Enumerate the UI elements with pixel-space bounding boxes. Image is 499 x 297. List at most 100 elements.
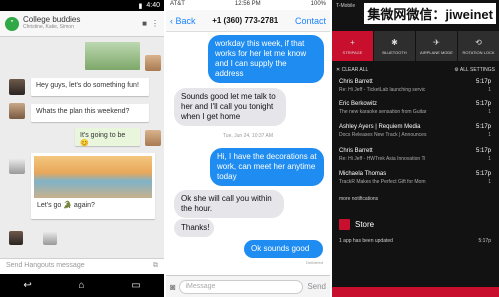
message-bubble[interactable]: Hey guys, let's do something fun! bbox=[31, 78, 149, 96]
sender-name: Ashley Ayers | Requiem Media bbox=[339, 124, 421, 130]
notification-preview: The new karaoke sensation from Guitar bbox=[339, 109, 427, 115]
shared-photo[interactable] bbox=[85, 42, 140, 70]
store-notification[interactable]: Store bbox=[339, 219, 374, 230]
message-bubble-sent[interactable]: workday this week, if that works for her… bbox=[208, 35, 324, 83]
store-name: Store bbox=[355, 220, 375, 229]
status-bar: AT&T 12:56 PM 100% bbox=[166, 0, 330, 10]
message-bubble-sent[interactable]: Ok sounds good bbox=[244, 240, 323, 258]
message-text: Let's go 🐊 again? bbox=[37, 202, 95, 209]
hangouts-screen: ▮ 4:40 " College buddies Christine, Kati… bbox=[0, 0, 164, 297]
avatar bbox=[9, 79, 25, 95]
notification-time: 5:17p bbox=[475, 101, 491, 107]
message-bubble-received[interactable]: Ok she will call you within the hour. bbox=[174, 190, 284, 218]
more-notifications-link[interactable]: more notifications bbox=[339, 196, 378, 202]
phone-number: +1 (360) 773-2781 bbox=[212, 16, 279, 25]
back-label: Back bbox=[175, 15, 196, 26]
conversation-header: " College buddies Christine, Katie, Simo… bbox=[0, 11, 164, 37]
store-message: 1 app has been updated bbox=[339, 238, 393, 244]
watermark: 集微网微信：jiweinet bbox=[364, 3, 496, 24]
avatar bbox=[9, 231, 23, 245]
airplane-icon: ✈ bbox=[433, 37, 440, 47]
sender-name: Chris Barrett bbox=[339, 79, 373, 85]
battery-level: 100% bbox=[310, 1, 326, 7]
notification-preview: Re: Hi Jeff - HWTrek Asia Innovation Ti bbox=[339, 156, 426, 162]
message-input[interactable]: iMessage bbox=[179, 279, 304, 294]
sender-name: Eric Berkowitz bbox=[339, 101, 378, 107]
hangouts-logo-icon[interactable]: " bbox=[5, 16, 19, 31]
message-input-placeholder: Send Hangouts message bbox=[6, 262, 85, 269]
carrier-label: AT&T bbox=[170, 1, 185, 7]
all-settings-label: ALL SETTINGS bbox=[459, 66, 495, 73]
notification-time: 5:17p bbox=[475, 79, 491, 85]
notification-item[interactable]: Michaela Thomas 5:17p TrackR Makes the Pe… bbox=[339, 171, 491, 185]
video-call-icon[interactable]: ■ bbox=[142, 19, 147, 28]
conversation-participants: Christine, Katie, Simon bbox=[23, 24, 74, 31]
notification-time: 5:17p bbox=[475, 171, 491, 177]
back-button[interactable]: ‹ Back bbox=[170, 16, 196, 26]
status-time: 12:56 PM bbox=[234, 1, 261, 7]
message-bubble-own[interactable]: It's going to be 😊 bbox=[75, 128, 140, 147]
avatar bbox=[145, 130, 161, 146]
notification-count: 1 bbox=[488, 179, 491, 185]
notification-center-screen: T-Mobile 集微网微信：jiweinet + STRIPAGE ✱ BLU… bbox=[332, 0, 499, 297]
all-settings-button[interactable]: ⚙ ALL SETTINGS bbox=[454, 67, 495, 73]
conversation-header: ‹ Back +1 (360) 773-2781 Contact bbox=[166, 10, 330, 32]
store-icon bbox=[339, 219, 350, 230]
message-bubble-sent[interactable]: Hi, I have the decorations at work, can … bbox=[210, 148, 324, 186]
notification-preview: TrackR Makes the Perfect Gift for Mom bbox=[339, 179, 426, 185]
clear-all-button[interactable]: ✕ CLEAR ALL bbox=[336, 67, 368, 73]
home-nav-icon[interactable]: ⌂ bbox=[78, 280, 84, 291]
notification-item[interactable]: Eric Berkowitz 5:17p The new karaoke sens… bbox=[339, 101, 491, 115]
clear-all-label: CLEAR ALL bbox=[341, 66, 369, 73]
delivered-status: Delivered bbox=[306, 260, 323, 265]
message-bubble-received[interactable]: Sounds good let me talk to her and I'll … bbox=[174, 88, 286, 126]
store-notification-detail: 1 app has been updated 5:17p bbox=[339, 238, 491, 244]
avatar bbox=[145, 55, 161, 71]
plus-icon: + bbox=[350, 37, 355, 47]
contact-button[interactable]: Contact bbox=[295, 16, 326, 26]
message-text: Whats the plan this weekend? bbox=[36, 108, 130, 115]
avatar bbox=[9, 158, 25, 174]
avatar bbox=[9, 103, 25, 119]
message-bubble[interactable]: Whats the plan this weekend? bbox=[31, 104, 149, 122]
screenshot-collage: ▮ 4:40 " College buddies Christine, Kati… bbox=[0, 0, 499, 297]
imessage-screen: AT&T 12:56 PM 100% ‹ Back +1 (360) 773-2… bbox=[166, 0, 330, 297]
sender-name: Michaela Thomas bbox=[339, 171, 387, 177]
beach-photo bbox=[34, 156, 152, 198]
overflow-menu-icon[interactable]: ⋮ bbox=[151, 19, 159, 28]
toggle-airplane-mode[interactable]: ✈ AIRPLANE MODE bbox=[416, 31, 457, 61]
notification-count: 1 bbox=[488, 156, 491, 162]
message-text: Hey guys, let's do something fun! bbox=[36, 82, 139, 89]
toggle-label: ROTATION LOCK bbox=[462, 49, 495, 55]
send-button[interactable]: Send bbox=[307, 282, 326, 291]
store-time: 5:17p bbox=[478, 238, 491, 244]
sender-name: Chris Barrett bbox=[339, 148, 373, 154]
message-bubble-received[interactable]: Thanks! bbox=[174, 219, 214, 237]
message-input[interactable]: Send Hangouts message ⧉ bbox=[0, 258, 164, 274]
attach-icon[interactable]: ⧉ bbox=[153, 262, 158, 271]
notification-item[interactable]: Chris Barrett 5:17p Re: Hi Jeff - TicketL… bbox=[339, 79, 491, 93]
notification-count: 1 bbox=[488, 132, 491, 138]
message-input-bar: ◙ iMessage Send bbox=[166, 275, 330, 297]
recents-nav-icon[interactable]: ▭ bbox=[131, 280, 140, 291]
toggle-rotation-lock[interactable]: ⟲ ROTATION LOCK bbox=[458, 31, 499, 61]
notification-time: 5:17p bbox=[475, 148, 491, 154]
message-bubble-photo[interactable]: Let's go 🐊 again? bbox=[31, 153, 155, 219]
status-time: 4:40 bbox=[146, 2, 160, 9]
avatar bbox=[43, 231, 57, 245]
rotation-icon: ⟲ bbox=[475, 37, 482, 47]
camera-icon[interactable]: ◙ bbox=[170, 282, 175, 292]
bluetooth-icon: ✱ bbox=[391, 37, 398, 47]
notification-preview: Re: Hi Jeff - TicketLab launching servic bbox=[339, 87, 426, 93]
notification-item[interactable]: Chris Barrett 5:17p Re: Hi Jeff - HWTrek … bbox=[339, 148, 491, 162]
back-nav-icon[interactable]: ↩ bbox=[23, 280, 31, 291]
toggle-label: AIRPLANE MODE bbox=[420, 49, 453, 55]
notification-count: 1 bbox=[488, 109, 491, 115]
toggle-bluetooth[interactable]: ✱ BLUETOOTH bbox=[374, 31, 415, 61]
notification-preview: Docs Releases New Track | Announces bbox=[339, 132, 427, 138]
android-nav-bar: ↩ ⌂ ▭ bbox=[0, 274, 164, 297]
carrier-label: T-Mobile bbox=[336, 3, 356, 9]
message-text: It's going to be 😊 bbox=[80, 132, 126, 147]
toggle-stripage[interactable]: + STRIPAGE bbox=[332, 31, 373, 61]
notification-item[interactable]: Ashley Ayers | Requiem Media 5:17p Docs R… bbox=[339, 124, 491, 138]
